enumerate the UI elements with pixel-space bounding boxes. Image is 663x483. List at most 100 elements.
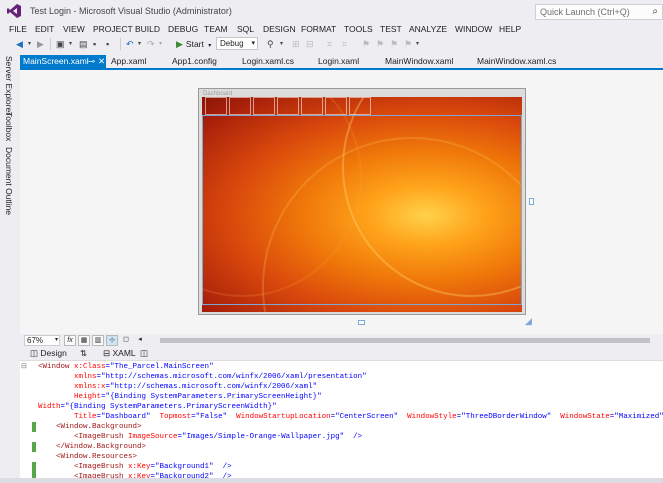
customize-toolbar-icon[interactable]: ▾ bbox=[416, 38, 419, 50]
find-in-files-icon[interactable]: ⚲ bbox=[267, 38, 274, 50]
save-all-icon[interactable]: ▪ bbox=[106, 38, 109, 50]
start-debugging-button[interactable]: ▶ Start ▾ bbox=[176, 37, 211, 51]
document-outline-tab[interactable]: Document Outline bbox=[4, 147, 14, 215]
code-line[interactable]: <ImageBrush ImageSource="Images/Simple-O… bbox=[38, 432, 663, 442]
code-line[interactable]: <ImageBrush x:Key="Background1" /> bbox=[38, 462, 663, 472]
code-line[interactable]: <Window x:Class="The_Parcel.MainScreen" bbox=[38, 362, 663, 372]
code-line[interactable]: xmlns="http://schemas.microsoft.com/winf… bbox=[38, 372, 663, 382]
snap-gridlines-icon[interactable]: ▥ bbox=[92, 335, 104, 346]
code-line[interactable]: Height="{Binding SystemParameters.Primar… bbox=[38, 392, 663, 402]
uncomment-icon[interactable]: ⌗ bbox=[342, 38, 347, 50]
scroll-left-icon[interactable]: ◂ bbox=[134, 335, 146, 346]
code-line[interactable]: Width="{Binding SystemParameters.Primary… bbox=[38, 402, 663, 412]
new-project-icon[interactable]: ▣ bbox=[56, 38, 65, 50]
menu-analyze[interactable]: ANALYZE bbox=[409, 23, 447, 35]
quick-launch-input[interactable]: Quick Launch (Ctrl+Q) ⌕ bbox=[535, 4, 663, 20]
server-explorer-tab[interactable]: Server Explorer bbox=[4, 56, 14, 115]
effects-toggle[interactable]: fx bbox=[64, 335, 76, 346]
tab-mainwindow-xaml-cs[interactable]: MainWindow.xaml.cs bbox=[477, 55, 556, 68]
code-line[interactable]: Title="Dashboard" Topmost="False" Window… bbox=[38, 412, 663, 422]
next-bookmark-icon[interactable]: ⚑ bbox=[390, 38, 398, 50]
change-indicator bbox=[32, 422, 36, 432]
code-token: "CenterScreen" bbox=[335, 413, 399, 421]
horizontal-scrollbar[interactable] bbox=[160, 338, 650, 343]
grid-column-cell[interactable] bbox=[325, 97, 347, 115]
menu-debug[interactable]: DEBUG bbox=[168, 23, 198, 35]
grid-column-cell[interactable] bbox=[229, 97, 251, 115]
quick-launch-placeholder: Quick Launch (Ctrl+Q) bbox=[540, 7, 630, 17]
swap-panes-button[interactable]: ⇅ bbox=[80, 348, 87, 358]
grid-column-cell[interactable] bbox=[205, 97, 227, 115]
snap-snaplines-icon[interactable]: ⊹ bbox=[106, 335, 118, 346]
distribute-icon[interactable]: ⊟ bbox=[306, 38, 314, 50]
code-token: ImageSource bbox=[123, 433, 178, 441]
menu-format[interactable]: FORMAT bbox=[301, 23, 336, 35]
grid-column-cell[interactable] bbox=[277, 97, 299, 115]
tab-mainwindow-xaml[interactable]: MainWindow.xaml bbox=[385, 55, 454, 68]
collapse-pane-icon[interactable]: ◫ bbox=[140, 348, 148, 358]
tab-app1-config[interactable]: App1.config bbox=[172, 55, 217, 68]
code-text[interactable]: <Window x:Class="The_Parcel.MainScreen" … bbox=[38, 362, 663, 482]
code-line[interactable]: xmlns:x="http://schemas.microsoft.com/wi… bbox=[38, 382, 663, 392]
zoom-select[interactable]: 67% ▾ bbox=[24, 335, 60, 346]
code-token: <Window.Resources> bbox=[38, 453, 138, 461]
menu-view[interactable]: VIEW bbox=[63, 23, 85, 35]
code-token: "Maximized" bbox=[614, 413, 663, 421]
code-line[interactable]: </Window.Background> bbox=[38, 442, 663, 452]
resize-handle-bottom[interactable] bbox=[358, 320, 365, 325]
toolbar-overflow-icon[interactable]: ▾ bbox=[280, 38, 283, 50]
designed-window[interactable]: Dashboard bbox=[198, 88, 526, 315]
menu-build[interactable]: BUILD bbox=[135, 23, 160, 35]
menu-team[interactable]: TEAM bbox=[204, 23, 228, 35]
menu-design[interactable]: DESIGN bbox=[263, 23, 296, 35]
code-line[interactable]: <Window.Background> bbox=[38, 422, 663, 432]
back-dropdown-icon[interactable]: ▾ bbox=[28, 38, 31, 50]
save-icon[interactable]: ▪ bbox=[93, 38, 96, 50]
menu-edit[interactable]: EDIT bbox=[35, 23, 54, 35]
pin-icon[interactable]: ⊸ bbox=[88, 55, 95, 68]
redo-dropdown-icon[interactable]: ▾ bbox=[159, 38, 162, 50]
menu-project[interactable]: PROJECT bbox=[93, 23, 133, 35]
menu-window[interactable]: WINDOW bbox=[455, 23, 492, 35]
tab-mainscreen-xaml[interactable]: MainScreen.xaml ⊸ ✕ bbox=[20, 55, 106, 68]
menu-test[interactable]: TEST bbox=[380, 23, 402, 35]
solution-configuration-select[interactable]: Debug ▾ bbox=[216, 37, 258, 50]
comment-icon[interactable]: ⌗ bbox=[327, 38, 332, 50]
code-token: xmlns bbox=[38, 373, 97, 381]
bookmark-icon[interactable]: ⚑ bbox=[362, 38, 370, 50]
tab-login-xaml[interactable]: Login.xaml bbox=[318, 55, 359, 68]
selected-grid-outline[interactable] bbox=[202, 115, 522, 305]
xaml-tab[interactable]: ⊟ XAML bbox=[103, 348, 136, 358]
menu-help[interactable]: HELP bbox=[499, 23, 521, 35]
xaml-code-editor[interactable]: ⊟ <Window x:Class="The_Parcel.MainScreen… bbox=[20, 360, 663, 483]
forward-icon[interactable]: ▶ bbox=[37, 38, 44, 50]
close-icon[interactable]: ✕ bbox=[98, 55, 105, 68]
annotation-icon[interactable]: ◻ bbox=[120, 335, 132, 346]
tab-app-xaml[interactable]: App.xaml bbox=[111, 55, 146, 68]
menu-tools[interactable]: TOOLS bbox=[344, 23, 373, 35]
clear-bookmarks-icon[interactable]: ⚑ bbox=[404, 38, 412, 50]
redo-icon[interactable]: ↷ bbox=[147, 38, 155, 50]
tab-login-xaml-cs[interactable]: Login.xaml.cs bbox=[242, 55, 294, 68]
collapse-icon[interactable]: ⊟ bbox=[21, 362, 27, 370]
design-tab[interactable]: ◫ Design bbox=[30, 348, 67, 358]
xaml-designer-surface[interactable]: Dashboard ◢ bbox=[20, 70, 663, 334]
code-token: "The_Parcel.MainScreen" bbox=[110, 363, 214, 371]
grid-column-cell[interactable] bbox=[253, 97, 275, 115]
align-icon[interactable]: ⊞ bbox=[292, 38, 300, 50]
open-file-icon[interactable]: ▤ bbox=[79, 38, 88, 50]
undo-icon[interactable]: ↶ bbox=[126, 38, 134, 50]
prev-bookmark-icon[interactable]: ⚑ bbox=[376, 38, 384, 50]
resize-handle-right[interactable] bbox=[529, 198, 534, 205]
new-dropdown-icon[interactable]: ▾ bbox=[69, 38, 72, 50]
undo-dropdown-icon[interactable]: ▾ bbox=[138, 38, 141, 50]
menu-sql[interactable]: SQL bbox=[237, 23, 254, 35]
back-icon[interactable]: ◀ bbox=[16, 38, 23, 50]
grid-column-cell[interactable] bbox=[301, 97, 323, 115]
menu-file[interactable]: FILE bbox=[9, 23, 27, 35]
toolbox-tab[interactable]: Toolbox bbox=[4, 112, 14, 141]
grid-column-cell[interactable] bbox=[349, 97, 371, 115]
grid-toggle-icon[interactable]: ▦ bbox=[78, 335, 90, 346]
resize-grip-icon[interactable]: ◢ bbox=[525, 316, 532, 327]
code-line[interactable]: <Window.Resources> bbox=[38, 452, 663, 462]
